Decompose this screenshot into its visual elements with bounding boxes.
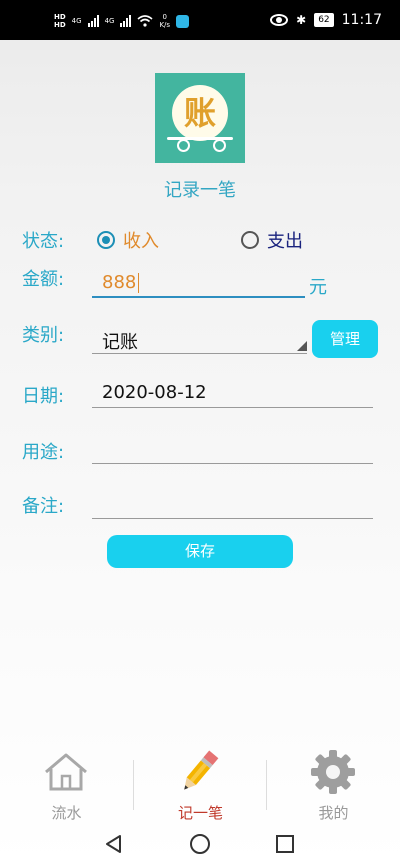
network-type-1: 4G	[71, 17, 82, 25]
network-speed-unit: K/s	[159, 21, 171, 29]
logo-wheel-left	[177, 139, 190, 152]
bluetooth-icon: ✱	[296, 13, 307, 27]
logo-character: 账	[172, 85, 228, 141]
nav-label-flow: 流水	[51, 804, 82, 822]
text-caret	[138, 273, 139, 293]
signal-icon	[87, 15, 99, 27]
nav-label-record: 记一笔	[177, 804, 223, 822]
date-label: 日期:	[22, 386, 65, 407]
network-type-2: 4G	[104, 17, 115, 25]
expense-radio[interactable]: 支出	[241, 227, 303, 253]
gear-icon	[311, 750, 355, 794]
network-speed: 0 K/s	[159, 13, 170, 29]
nav-item-mine[interactable]: 我的	[267, 750, 400, 822]
nav-item-flow[interactable]: 流水	[0, 753, 133, 822]
status-bar: HD HD 4G 4G 0 K/s ✱ 62 11:17	[0, 0, 400, 40]
pencil-icon	[184, 750, 219, 790]
category-label: 类别:	[22, 325, 65, 346]
manage-button[interactable]: 管理	[312, 320, 378, 358]
radio-unchecked-icon	[241, 231, 259, 249]
status-left: HD HD 4G 4G 0 K/s	[54, 9, 190, 33]
hd-top-label: HD	[54, 13, 66, 21]
purpose-input[interactable]	[92, 434, 373, 464]
income-label: 收入	[123, 231, 159, 252]
home-circle-icon[interactable]	[189, 833, 211, 855]
bottom-nav: 流水 记一笔 我的	[0, 750, 400, 822]
system-nav-bar	[0, 822, 400, 866]
battery-icon: 62	[314, 13, 334, 27]
back-triangle-icon[interactable]	[104, 834, 124, 854]
status-right: ✱ 62 11:17	[270, 11, 382, 29]
clock: 11:17	[341, 12, 382, 28]
radio-checked-icon	[97, 231, 115, 249]
recents-square-icon[interactable]	[275, 834, 295, 854]
purpose-label: 用途:	[22, 442, 65, 463]
hd-indicator: HD HD	[54, 13, 66, 29]
amount-value: 888	[102, 272, 137, 293]
amount-label: 金额:	[22, 269, 65, 290]
status-label: 状态:	[22, 231, 65, 252]
dropdown-icon	[297, 341, 307, 351]
category-select[interactable]: 记账	[92, 324, 307, 354]
date-input[interactable]: 2020-08-12	[92, 378, 373, 408]
income-radio[interactable]: 收入	[97, 227, 159, 253]
network-speed-value: 0	[162, 13, 167, 21]
house-icon	[45, 753, 87, 791]
note-label: 备注:	[22, 496, 65, 517]
note-input[interactable]	[92, 489, 373, 519]
date-value: 2020-08-12	[102, 382, 207, 403]
category-value: 记账	[102, 332, 138, 353]
signal-icon-2	[120, 15, 132, 27]
hd-bottom-label: HD	[54, 21, 66, 29]
app-notification-icon	[176, 14, 190, 28]
save-button[interactable]: 保存	[107, 535, 293, 568]
page-title: 记录一笔	[164, 180, 236, 201]
wifi-icon	[137, 15, 153, 27]
eye-icon	[270, 14, 289, 26]
expense-label: 支出	[267, 231, 303, 252]
amount-input[interactable]: 888	[92, 268, 305, 298]
nav-item-record[interactable]: 记一笔	[134, 750, 267, 822]
nav-label-mine: 我的	[318, 804, 349, 822]
amount-unit: 元	[309, 277, 327, 298]
app-logo: 账	[155, 73, 245, 163]
logo-wheel-right	[213, 139, 226, 152]
